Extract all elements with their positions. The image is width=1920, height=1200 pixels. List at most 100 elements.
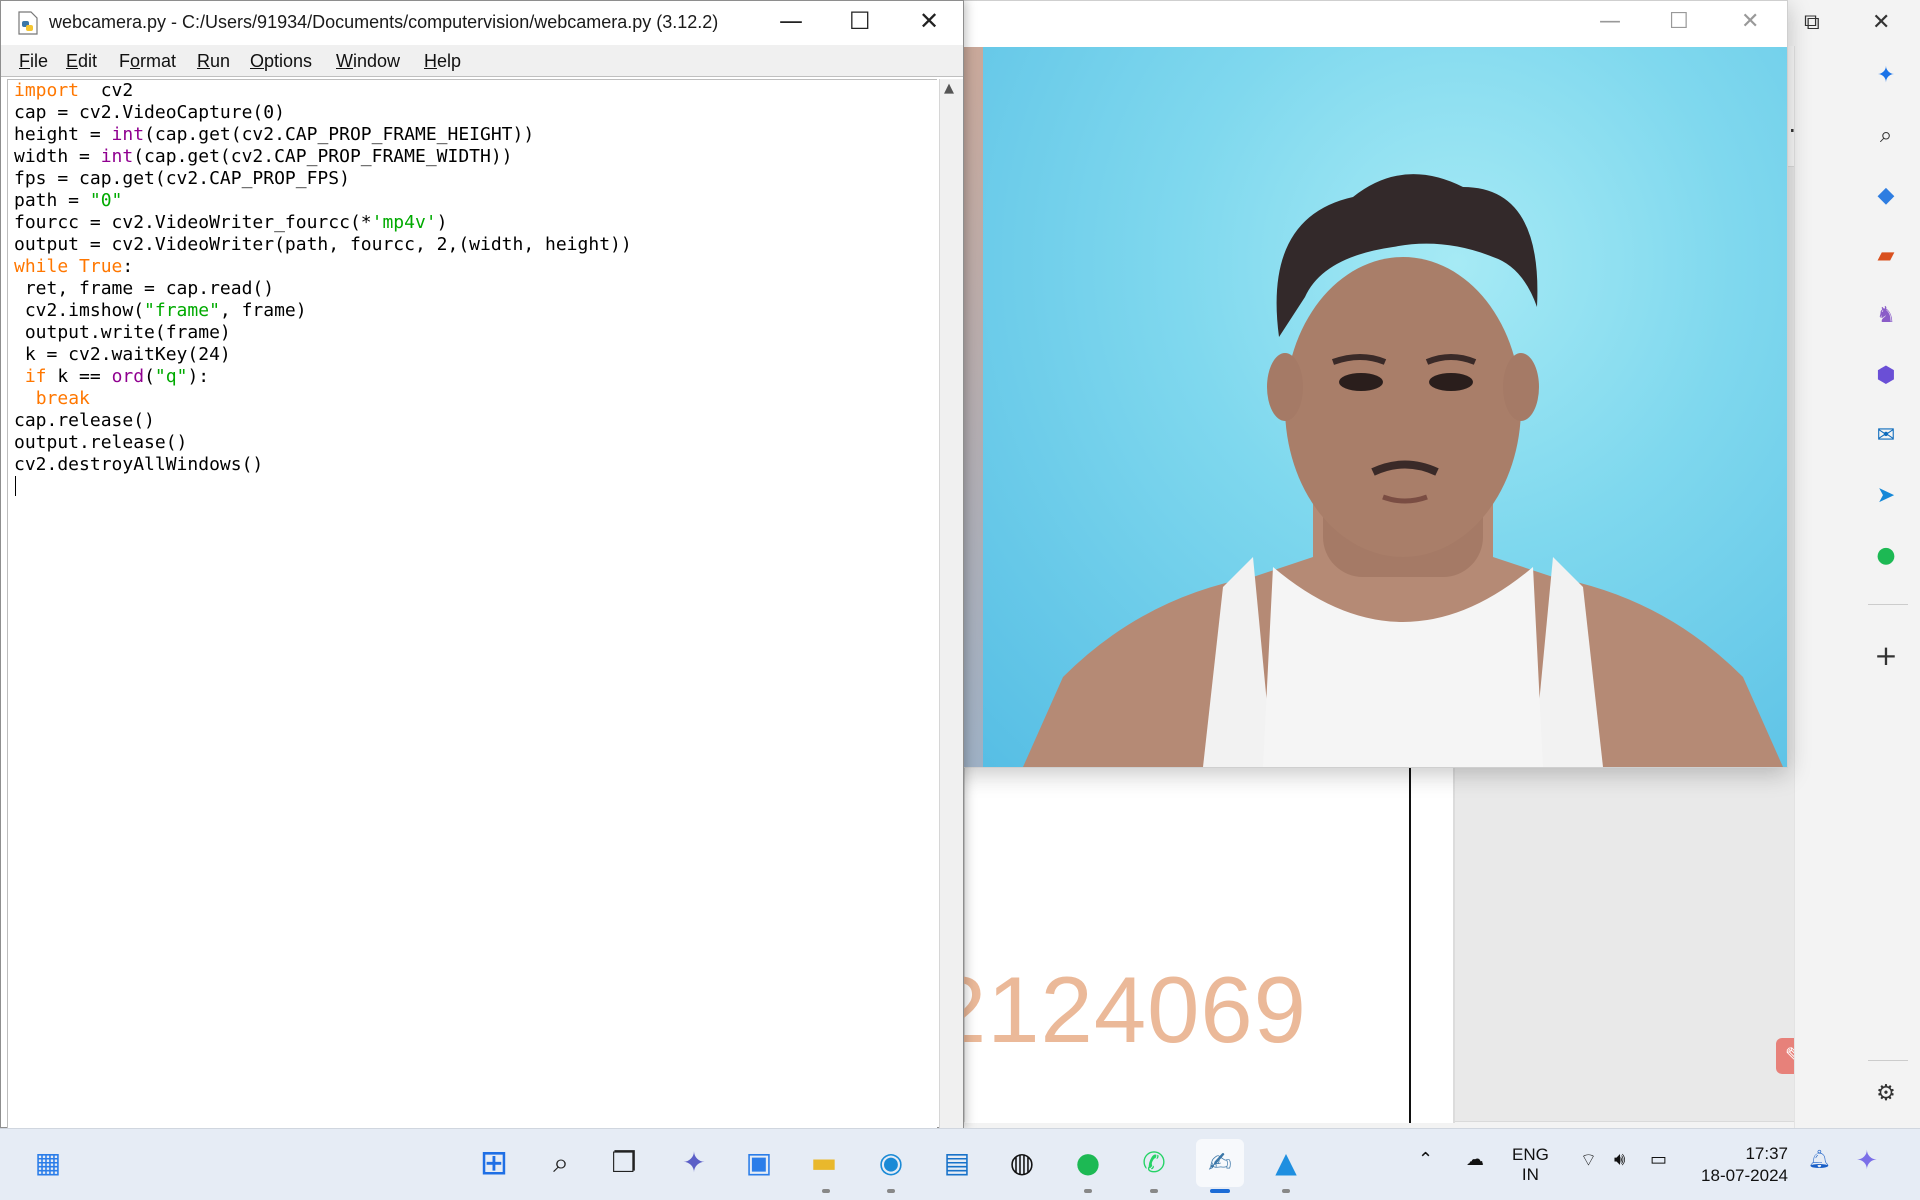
close-icon[interactable]: ✕: [1872, 10, 1890, 35]
start-icon[interactable]: ⊞: [470, 1139, 518, 1187]
clock[interactable]: 17:37 18-07-2024: [1698, 1143, 1788, 1187]
menu-run[interactable]: Run: [197, 51, 230, 72]
notepad-icon[interactable]: ▤: [933, 1139, 981, 1187]
microsoft365-icon[interactable]: ⬢: [1868, 358, 1904, 394]
code-token: , frame): [219, 300, 307, 321]
widgets-icon[interactable]: ▦: [24, 1139, 72, 1187]
menu-file[interactable]: File: [19, 51, 48, 72]
code-token: 'mp4v': [371, 212, 437, 233]
python-file-icon: [18, 11, 38, 35]
webcam-video-feed: [963, 47, 1787, 767]
menu-options[interactable]: Options: [250, 51, 312, 72]
code-token: k ==: [46, 366, 112, 387]
close-icon[interactable]: ✕: [1741, 9, 1759, 34]
restore-icon[interactable]: ⧉: [1804, 10, 1820, 35]
menu-edit[interactable]: Edit: [66, 51, 97, 72]
battery-icon[interactable]: ▭: [1650, 1149, 1667, 1170]
code-line: import cv2: [14, 80, 632, 102]
copilot-icon[interactable]: ✦: [1868, 58, 1904, 94]
shopping-tag-icon[interactable]: ◆: [1868, 178, 1904, 214]
photos-icon[interactable]: ▲: [1262, 1139, 1310, 1187]
minimize-icon[interactable]: —: [1599, 9, 1621, 34]
scroll-up-arrow-icon[interactable]: ▲: [944, 81, 954, 96]
code-token: output.write(frame): [14, 322, 231, 343]
date-label: 18-07-2024: [1701, 1166, 1788, 1185]
onedrive-icon[interactable]: ☁: [1466, 1149, 1484, 1170]
code-token: ): [436, 212, 448, 233]
minimize-icon[interactable]: —: [779, 7, 803, 35]
tools-icon[interactable]: ▰: [1868, 238, 1904, 274]
code-token: cv2.imshow(: [14, 300, 145, 321]
spotify-icon[interactable]: ●: [1868, 538, 1904, 574]
settings-icon[interactable]: ⚙: [1868, 1076, 1904, 1112]
code-line: output.release(): [14, 432, 632, 454]
code-line: cap.release(): [14, 410, 632, 432]
code-line: output = cv2.VideoWriter(path, fourcc, 2…: [14, 234, 632, 256]
code-token: fps = cap.get(cv2.CAP_PROP_FPS): [14, 168, 350, 189]
menu-format[interactable]: Format: [119, 51, 176, 72]
games-icon[interactable]: ♞: [1868, 298, 1904, 334]
code-text: import cv2 cap = cv2.VideoCapture(0) heigh…: [14, 80, 632, 476]
code-line: cv2.destroyAllWindows(): [14, 454, 632, 476]
code-token: cv2: [79, 80, 134, 101]
close-icon[interactable]: ✕: [919, 7, 939, 35]
running-indicator: [1084, 1189, 1092, 1193]
code-line: cap = cv2.VideoCapture(0): [14, 102, 632, 124]
running-indicator: [822, 1189, 830, 1193]
copilot-taskbar-icon[interactable]: ✦: [1856, 1145, 1878, 1176]
code-token: cap = cv2.VideoCapture(0): [14, 102, 285, 123]
dell-icon[interactable]: ◍: [998, 1139, 1046, 1187]
vertical-scrollbar[interactable]: ▲: [939, 79, 963, 1129]
language-indicator[interactable]: ENG IN: [1512, 1145, 1549, 1185]
show-hidden-icons-chevron-icon[interactable]: ⌃: [1418, 1149, 1433, 1170]
code-token: ord: [111, 366, 145, 387]
search-icon[interactable]: ⌕: [1868, 118, 1904, 154]
send-icon[interactable]: ➤: [1868, 478, 1904, 514]
outlook-icon[interactable]: ✉: [1868, 418, 1904, 454]
menu-help[interactable]: Help: [424, 51, 461, 72]
code-line: fps = cap.get(cv2.CAP_PROP_FPS): [14, 168, 632, 190]
file-explorer-icon[interactable]: ▬: [800, 1139, 848, 1187]
whatsapp-icon[interactable]: ✆: [1130, 1139, 1178, 1187]
code-line: height = int(cap.get(cv2.CAP_PROP_FRAME_…: [14, 124, 632, 146]
code-line: fourcc = cv2.VideoWriter_fourcc(*'mp4v'): [14, 212, 632, 234]
code-line: k = cv2.waitKey(24): [14, 344, 632, 366]
notification-bell-icon[interactable]: 🔔︎: [1808, 1149, 1831, 1170]
code-token: int: [100, 146, 134, 167]
edge-icon[interactable]: ◉: [867, 1139, 915, 1187]
pdf-number-text: 2124069: [964, 957, 1307, 1062]
running-indicator: [1282, 1189, 1290, 1193]
code-token: True: [79, 256, 123, 277]
maximize-icon[interactable]: ☐: [1669, 9, 1689, 34]
menu-window[interactable]: Window: [336, 51, 400, 72]
active-indicator: [1210, 1189, 1230, 1193]
webcam-frame-window[interactable]: — ☐ ✕: [946, 0, 1788, 768]
code-token: import: [14, 80, 80, 101]
spotify-icon[interactable]: ●: [1064, 1139, 1112, 1187]
running-indicator: [887, 1189, 895, 1193]
code-token: "q": [154, 366, 188, 387]
code-token: (: [144, 366, 155, 387]
microsoft-store-icon[interactable]: ▣: [735, 1139, 783, 1187]
volume-icon[interactable]: 🔊︎: [1614, 1149, 1625, 1170]
code-token: "0": [89, 190, 123, 211]
code-token: break: [35, 388, 90, 409]
task-view-icon[interactable]: ❐: [600, 1139, 648, 1187]
teams-icon[interactable]: ✦: [670, 1139, 718, 1187]
idle-editor-window[interactable]: webcamera.py - C:/Users/91934/Documents/…: [0, 0, 964, 1129]
code-line: ret, frame = cap.read(): [14, 278, 632, 300]
add-icon[interactable]: +: [1868, 638, 1904, 674]
code-token: height =: [14, 124, 112, 145]
python-idle-icon[interactable]: ✍: [1196, 1139, 1244, 1187]
frame-titlebar[interactable]: — ☐ ✕: [947, 1, 1787, 47]
sidebar-divider: [1868, 604, 1908, 605]
search-icon[interactable]: ⌕: [537, 1139, 585, 1187]
code-line: break: [14, 388, 632, 410]
wifi-icon[interactable]: ⌔: [1580, 1149, 1597, 1172]
maximize-icon[interactable]: ☐: [849, 7, 871, 35]
idle-titlebar[interactable]: webcamera.py - C:/Users/91934/Documents/…: [1, 1, 963, 45]
code-editor[interactable]: import cv2 cap = cv2.VideoCapture(0) heigh…: [7, 79, 937, 1129]
window-title: webcamera.py - C:/Users/91934/Documents/…: [49, 12, 719, 32]
